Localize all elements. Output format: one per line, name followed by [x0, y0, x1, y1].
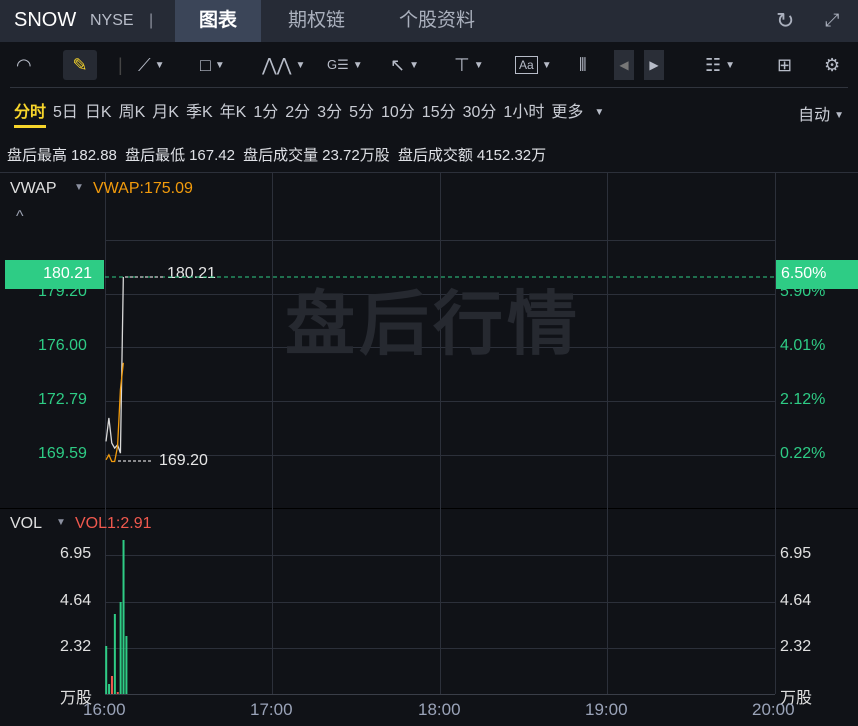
volume-bar	[119, 602, 122, 694]
volume-bar	[113, 614, 116, 694]
volume-bar	[122, 540, 125, 694]
price-line	[105, 276, 124, 454]
volume-bar	[125, 636, 128, 694]
volume-bar	[108, 684, 111, 694]
volume-bar	[116, 692, 119, 694]
price-chart[interactable]	[0, 0, 858, 726]
volume-bar	[105, 646, 108, 694]
volume-bar	[110, 676, 113, 694]
